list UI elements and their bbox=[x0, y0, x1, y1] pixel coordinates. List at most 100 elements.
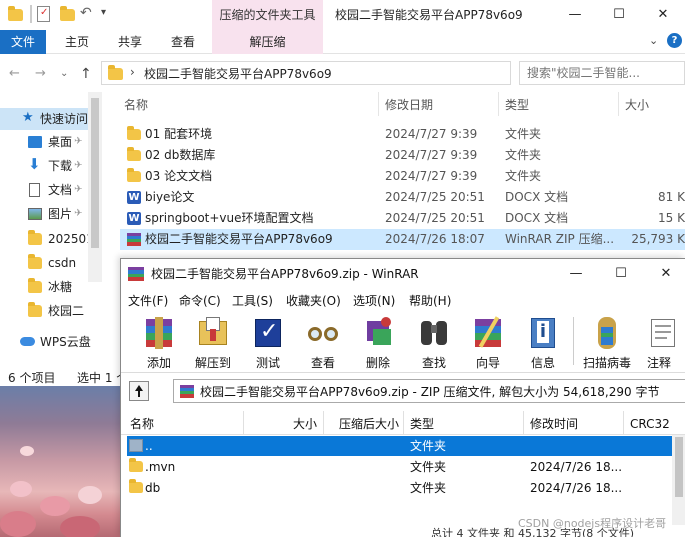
search-input[interactable] bbox=[527, 65, 682, 81]
file-row-selected[interactable]: 校园二手智能交易平台APP78v6o9 2024/7/26 18:07 WinR… bbox=[120, 229, 685, 250]
column-type[interactable]: 类型 bbox=[410, 413, 434, 435]
virus-scan-button[interactable]: 扫描病毒 bbox=[581, 313, 633, 371]
compressed-folder-tools-tab[interactable]: 压缩的文件夹工具 bbox=[212, 0, 323, 30]
nav-item-quick-access[interactable]: ★ 快速访问 bbox=[0, 108, 100, 130]
nav-item-pictures[interactable]: 图片 ✈ bbox=[0, 203, 100, 225]
tab-extract[interactable]: 解压缩 bbox=[212, 30, 323, 54]
winrar-close-button[interactable]: ✕ bbox=[644, 259, 685, 289]
archive-row[interactable]: db 文件夹 2024/7/26 18... bbox=[127, 478, 672, 498]
column-divider[interactable] bbox=[623, 411, 624, 435]
toolbar-label: 向导 bbox=[475, 356, 500, 370]
tab-home[interactable]: 主页 bbox=[56, 30, 98, 54]
menu-tools[interactable]: 工具(S) bbox=[232, 292, 273, 309]
pin-icon[interactable]: ✈ bbox=[74, 203, 82, 225]
search-box[interactable] bbox=[519, 61, 685, 85]
column-modified[interactable]: 修改时间 bbox=[530, 413, 578, 435]
tab-file[interactable]: 文件 bbox=[0, 30, 46, 54]
new-folder-icon[interactable] bbox=[60, 6, 75, 21]
winrar-maximize-button[interactable]: ☐ bbox=[599, 259, 643, 289]
nav-item-wps-cloud[interactable]: WPS云盘 bbox=[0, 331, 100, 353]
up-one-level-button[interactable] bbox=[129, 381, 149, 401]
address-bar[interactable]: › 校园二手智能交易平台APP78v6o9 bbox=[101, 61, 511, 85]
menu-file[interactable]: 文件(F) bbox=[128, 292, 168, 309]
forward-arrow-icon[interactable]: → bbox=[35, 66, 46, 81]
file-type: 文件夹 bbox=[505, 127, 542, 141]
nav-label: 202501 bbox=[48, 232, 94, 246]
menu-favorites[interactable]: 收藏夹(O) bbox=[286, 292, 341, 309]
column-divider[interactable] bbox=[523, 411, 524, 435]
pin-icon[interactable]: ✈ bbox=[74, 179, 82, 201]
properties-icon[interactable]: ✓ bbox=[37, 6, 50, 22]
menu-help[interactable]: 帮助(H) bbox=[409, 292, 451, 309]
undo-icon[interactable]: ↶ bbox=[80, 5, 96, 21]
column-size[interactable]: 大小 bbox=[293, 413, 317, 435]
extract-to-button[interactable]: 解压到 bbox=[187, 313, 239, 371]
column-size[interactable]: 大小 bbox=[625, 96, 649, 113]
nav-item-folder-campus[interactable]: 校园二 bbox=[0, 300, 100, 322]
info-button[interactable]: i 信息 bbox=[517, 313, 569, 371]
column-date[interactable]: 修改日期 bbox=[385, 96, 433, 113]
file-row[interactable]: W springboot+vue环境配置文档 2024/7/25 20:51 D… bbox=[120, 208, 685, 229]
pin-icon[interactable]: ✈ bbox=[74, 155, 82, 177]
up-arrow-icon[interactable]: ↑ bbox=[80, 66, 92, 82]
add-archive-icon bbox=[142, 315, 176, 349]
file-row[interactable]: 03 论文文档 2024/7/27 9:39 文件夹 bbox=[120, 166, 685, 187]
menu-commands[interactable]: 命令(C) bbox=[179, 292, 221, 309]
find-button[interactable]: 查找 bbox=[408, 313, 460, 371]
column-name[interactable]: 名称 bbox=[124, 96, 148, 113]
column-divider[interactable] bbox=[323, 411, 324, 435]
nav-item-folder-202501[interactable]: 202501 bbox=[0, 228, 100, 250]
column-divider[interactable] bbox=[403, 411, 404, 435]
nav-item-folder-csdn[interactable]: csdn bbox=[0, 252, 100, 274]
archive-path-field[interactable]: 校园二手智能交易平台APP78v6o9.zip - ZIP 压缩文件, 解包大小… bbox=[173, 379, 685, 403]
scrollbar-thumb[interactable] bbox=[675, 437, 683, 497]
expand-ribbon-icon[interactable]: ⌄ bbox=[649, 34, 658, 47]
column-divider[interactable] bbox=[618, 92, 619, 116]
column-crc32[interactable]: CRC32 bbox=[630, 413, 670, 435]
nav-scrollbar[interactable] bbox=[88, 92, 102, 282]
info-icon: i bbox=[526, 315, 560, 349]
scrollbar-thumb[interactable] bbox=[91, 98, 99, 248]
nav-item-folder-bingtang[interactable]: 冰糖 bbox=[0, 276, 100, 298]
nav-item-documents[interactable]: 文档 ✈ bbox=[0, 179, 100, 201]
tab-view[interactable]: 查看 bbox=[162, 30, 204, 54]
close-button[interactable]: ✕ bbox=[641, 0, 685, 30]
file-date: 2024/7/27 9:39 bbox=[385, 127, 478, 141]
maximize-button[interactable]: ☐ bbox=[597, 0, 641, 30]
menu-options[interactable]: 选项(N) bbox=[353, 292, 395, 309]
add-button[interactable]: 添加 bbox=[133, 313, 185, 371]
file-row[interactable]: 02 db数据库 2024/7/27 9:39 文件夹 bbox=[120, 145, 685, 166]
file-name: springboot+vue环境配置文档 bbox=[145, 211, 314, 225]
minimize-button[interactable]: — bbox=[553, 0, 597, 30]
minimize-icon: — bbox=[568, 7, 582, 22]
wizard-button[interactable]: 向导 bbox=[462, 313, 514, 371]
tab-share[interactable]: 共享 bbox=[108, 30, 152, 54]
column-divider[interactable] bbox=[378, 92, 379, 116]
file-row[interactable]: W biye论文 2024/7/25 20:51 DOCX 文档 81 K bbox=[120, 187, 685, 208]
column-divider[interactable] bbox=[243, 411, 244, 435]
delete-button[interactable]: 删除 bbox=[352, 313, 404, 371]
nav-item-downloads[interactable]: ⬇ 下载 ✈ bbox=[0, 155, 100, 177]
view-button[interactable]: 查看 bbox=[297, 313, 349, 371]
archive-row-selected[interactable]: .. 文件夹 bbox=[127, 436, 672, 456]
column-name[interactable]: 名称 bbox=[130, 413, 154, 435]
winrar-minimize-button[interactable]: — bbox=[554, 259, 598, 289]
winrar-scrollbar[interactable] bbox=[672, 435, 685, 525]
customize-toolbar-icon[interactable]: ▾ bbox=[101, 7, 117, 21]
file-row[interactable]: 01 配套环境 2024/7/27 9:39 文件夹 bbox=[120, 124, 685, 145]
test-button[interactable]: ✓ 测试 bbox=[242, 313, 294, 371]
back-arrow-icon[interactable]: ← bbox=[9, 66, 20, 81]
recent-locations-icon[interactable]: ⌄ bbox=[60, 68, 68, 79]
pin-icon[interactable]: ✈ bbox=[74, 131, 82, 153]
comment-button[interactable]: 注释 bbox=[639, 313, 685, 371]
explorer-titlebar: ✓ ↶ ▾ 压缩的文件夹工具 校园二手智能交易平台APP78v6o9 — ☐ ✕ bbox=[0, 0, 685, 30]
column-type[interactable]: 类型 bbox=[505, 96, 529, 113]
archive-row[interactable]: .mvn 文件夹 2024/7/26 18... bbox=[127, 457, 672, 477]
help-icon[interactable]: ? bbox=[667, 33, 682, 48]
column-divider[interactable] bbox=[498, 92, 499, 116]
item-count: 6 个项目 bbox=[8, 371, 56, 385]
delete-icon bbox=[361, 315, 395, 349]
toolbar-label: 查看 bbox=[310, 356, 335, 370]
column-packed-size[interactable]: 压缩后大小 bbox=[339, 413, 399, 435]
nav-item-desktop[interactable]: 桌面 ✈ bbox=[0, 131, 100, 153]
